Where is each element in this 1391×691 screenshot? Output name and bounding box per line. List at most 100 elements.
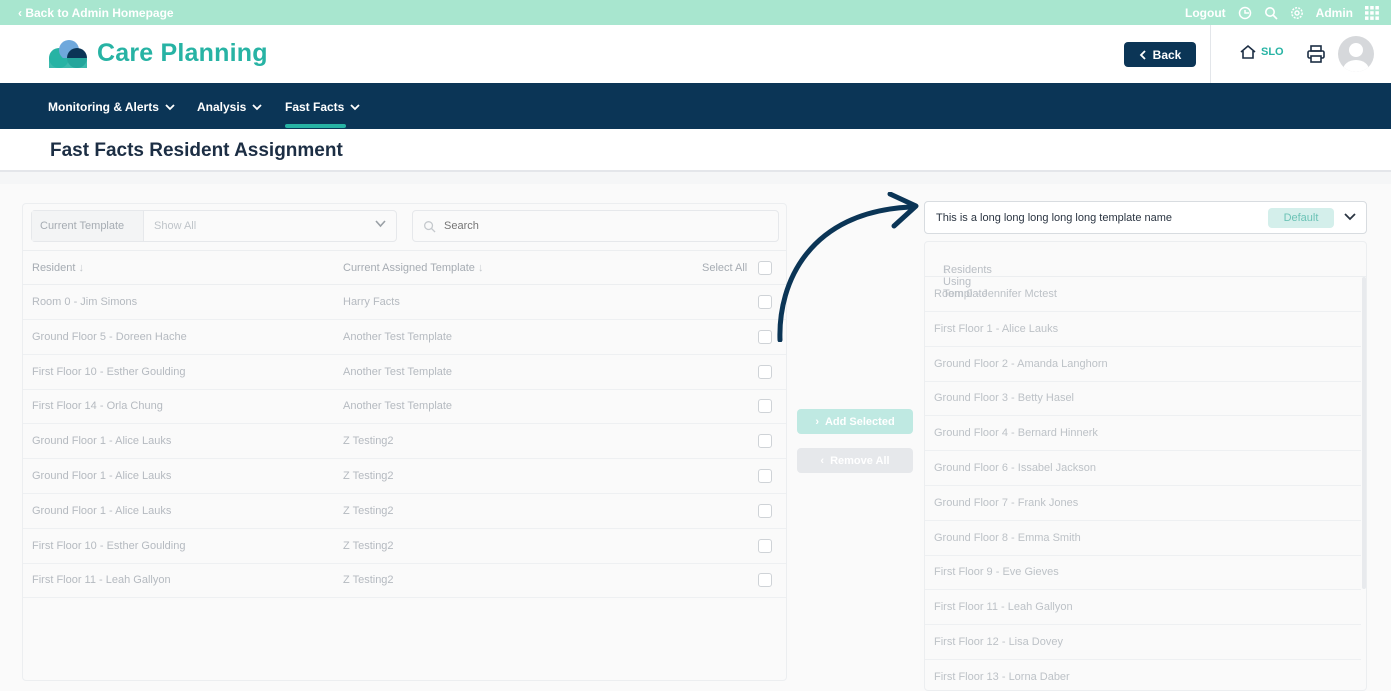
resident-search[interactable] xyxy=(412,210,779,242)
nav-monitoring-alerts[interactable]: Monitoring & Alerts xyxy=(48,100,175,114)
admin-link[interactable]: Admin xyxy=(1316,6,1353,20)
template-residents-header: Residents Using Template ↓ xyxy=(925,242,1366,300)
logout-icon[interactable] xyxy=(1238,6,1252,20)
list-item[interactable]: Ground Floor 4 - Bernard Hinnerk xyxy=(925,416,1361,452)
resident-name: Ground Floor 4 - Bernard Hinnerk xyxy=(934,427,1098,440)
chevron-down-icon xyxy=(375,220,386,228)
main-nav: Monitoring & Alerts Analysis Fast Facts xyxy=(0,83,1391,129)
template-residents-panel: Residents Using Template ↓ Room 0 - Jenn… xyxy=(924,241,1367,691)
list-item[interactable]: First Floor 12 - Lisa Dovey xyxy=(925,625,1361,660)
page-title-bar: Fast Facts Resident Assignment xyxy=(0,129,1391,172)
sort-arrow-icon: ↓ xyxy=(477,262,484,274)
resident-name: First Floor 11 - Leah Gallyon xyxy=(934,601,1073,614)
template-select[interactable]: This is a long long long long long templ… xyxy=(924,201,1367,234)
list-item[interactable]: First Floor 9 - Eve Gieves xyxy=(925,555,1361,591)
list-item[interactable]: First Floor 1 - Alice Lauks xyxy=(925,312,1361,347)
row-checkbox[interactable] xyxy=(758,469,772,483)
table-row[interactable]: Ground Floor 1 - Alice Lauks Z Testing2 xyxy=(23,424,786,460)
top-strip-actions: Logout Admin xyxy=(1185,0,1379,25)
col-assigned-template[interactable]: Current Assigned Template ↓ xyxy=(343,262,483,274)
resident-name: First Floor 1 - Alice Lauks xyxy=(934,322,1059,335)
row-checkbox[interactable] xyxy=(758,364,772,379)
resident-name: Ground Floor 5 - Doreen Hache xyxy=(32,330,187,343)
resident-name: Ground Floor 1 - Alice Lauks xyxy=(32,470,172,482)
resident-name: First Floor 9 - Eve Gieves xyxy=(934,566,1059,579)
resident-list-panel: Current Template Show All Resident ↓ Cur… xyxy=(22,203,787,681)
add-selected-button[interactable]: › Add Selected xyxy=(797,409,913,434)
chevron-down-icon xyxy=(165,103,175,110)
chevron-right-icon: › xyxy=(815,415,819,428)
chevron-down-icon xyxy=(350,103,360,110)
home-icon xyxy=(1240,44,1256,59)
list-item[interactable]: Ground Floor 2 - Amanda Langhorn xyxy=(925,347,1361,382)
annotation-arrow xyxy=(777,192,919,342)
avatar[interactable] xyxy=(1338,36,1374,72)
assigned-template: Another Test Template xyxy=(343,365,453,378)
gear-icon[interactable] xyxy=(1290,6,1304,20)
col-resident-label: Resident xyxy=(32,262,76,274)
select-all-label: Select All xyxy=(702,262,748,274)
resident-name: Room 0 - Jennifer Mctest xyxy=(934,288,1057,300)
resident-name: First Floor 13 - Lorna Daber xyxy=(934,670,1070,683)
resident-name: First Floor 10 - Esther Goulding xyxy=(32,365,186,378)
list-item[interactable]: First Floor 13 - Lorna Daber xyxy=(925,660,1361,690)
resident-name: First Floor 12 - Lisa Dovey xyxy=(934,636,1063,648)
template-filter-select[interactable]: Show All xyxy=(144,211,396,241)
back-button-label: Back xyxy=(1152,47,1182,62)
printer-icon[interactable] xyxy=(1306,44,1326,64)
nav-fast-facts[interactable]: Fast Facts xyxy=(285,100,360,114)
home-link[interactable]: SLO xyxy=(1239,44,1284,60)
table-row[interactable]: Ground Floor 1 - Alice Lauks Z Testing2 xyxy=(23,494,786,529)
assigned-template: Z Testing2 xyxy=(343,470,394,482)
table-row[interactable]: Ground Floor 1 - Alice Lauks Z Testing2 xyxy=(23,459,786,494)
active-nav-indicator xyxy=(285,124,346,128)
row-checkbox[interactable] xyxy=(758,573,772,588)
scrollbar[interactable] xyxy=(1362,277,1366,589)
template-filter-value: Show All xyxy=(154,220,197,232)
nav-item-label: Analysis xyxy=(197,100,247,114)
assigned-template: Another Test Template xyxy=(343,330,453,343)
list-item[interactable]: Ground Floor 3 - Betty Hasel xyxy=(925,381,1361,417)
table-row[interactable]: First Floor 11 - Leah Gallyon Z Testing2 xyxy=(23,563,786,599)
add-selected-label: Add Selected xyxy=(824,415,895,428)
chevron-left-icon xyxy=(1139,49,1146,60)
chevron-down-icon xyxy=(252,103,262,110)
list-item[interactable]: Ground Floor 7 - Frank Jones xyxy=(925,486,1361,521)
remove-all-button[interactable]: ‹ Remove All xyxy=(797,448,913,473)
sort-arrow-icon: ↓ xyxy=(78,262,84,274)
logout-link[interactable]: Logout xyxy=(1185,6,1226,20)
template-filter[interactable]: Current Template Show All xyxy=(31,210,397,242)
list-item[interactable]: First Floor 11 - Leah Gallyon xyxy=(925,590,1361,626)
resident-name: Ground Floor 1 - Alice Lauks xyxy=(32,435,172,448)
table-row[interactable]: First Floor 10 - Esther Goulding Another … xyxy=(23,355,786,390)
table-row[interactable]: First Floor 14 - Orla Chung Another Test … xyxy=(23,389,786,425)
nav-item-label: Fast Facts xyxy=(285,100,345,114)
assigned-template: Harry Facts xyxy=(343,296,400,308)
template-filter-label: Current Template xyxy=(32,211,144,241)
assigned-template: Another Test Template xyxy=(343,400,453,413)
table-row[interactable]: First Floor 10 - Esther Goulding Z Testin… xyxy=(23,529,786,564)
list-item[interactable]: Room 0 - Jennifer Mctest xyxy=(925,277,1361,312)
app-header: Care Planning Back SLO xyxy=(0,25,1391,83)
search-input[interactable] xyxy=(444,220,744,232)
back-to-admin-link[interactable]: ‹ Back to Admin Homepage xyxy=(18,6,174,20)
page-title: Fast Facts Resident Assignment xyxy=(50,140,343,161)
list-item[interactable]: Ground Floor 8 - Emma Smith xyxy=(925,521,1361,556)
apps-grid-icon[interactable] xyxy=(1365,5,1379,20)
row-checkbox[interactable] xyxy=(758,399,772,414)
row-checkbox[interactable] xyxy=(758,503,772,518)
list-item[interactable]: Ground Floor 6 - Issabel Jackson xyxy=(925,451,1361,486)
nav-analysis[interactable]: Analysis xyxy=(197,100,262,114)
table-row[interactable]: Room 0 - Jim Simons Harry Facts xyxy=(23,285,786,320)
chevron-left-icon: ‹ xyxy=(820,454,825,467)
table-row[interactable]: Ground Floor 5 - Doreen Hache Another Tes… xyxy=(23,320,786,355)
search-icon[interactable] xyxy=(1264,6,1278,20)
col-resident[interactable]: Resident ↓ xyxy=(32,262,84,274)
assigned-template: Z Testing2 xyxy=(343,574,394,587)
row-checkbox[interactable] xyxy=(758,434,772,449)
row-checkbox[interactable] xyxy=(758,538,772,553)
back-button[interactable]: Back xyxy=(1124,42,1196,67)
resident-name: First Floor 10 - Esther Goulding xyxy=(32,539,186,552)
resident-name: Room 0 - Jim Simons xyxy=(32,296,138,308)
resident-table-header: Resident ↓ Current Assigned Template ↓ S… xyxy=(23,250,786,285)
